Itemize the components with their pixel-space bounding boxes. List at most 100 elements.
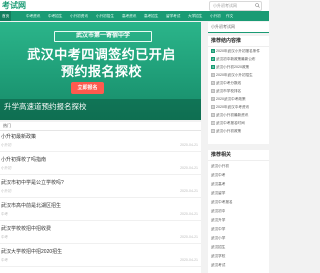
recommend-item[interactable]: 1 2020年武汉小升初报名条件 <box>211 49 267 54</box>
rank-badge: 7 <box>211 97 215 102</box>
recommend-item[interactable]: 6 武汉市学校排名 <box>211 89 267 94</box>
news-list: 热门 小升初最新政策 小升初 2020-04-21 小升初择校了吗指南 小升初 … <box>0 122 201 273</box>
tags-panel: 推荐相关 武汉小升初 武汉中考 武汉高考 武汉留学 武汉中考报名 武汉初中 武汉… <box>208 150 269 273</box>
tag-link[interactable]: 武汉留学 <box>211 191 267 196</box>
nav-item-gaokao-news[interactable]: 高考资讯 <box>122 11 136 21</box>
tag-link[interactable]: 武汉初中 <box>211 209 267 214</box>
recommend-title: 推荐结内容推 <box>211 38 242 44</box>
recommend-link[interactable]: 武汉小升初最新资讯 <box>216 113 248 117</box>
rank-badge: 3 <box>211 65 215 70</box>
carousel-dots <box>150 113 165 120</box>
news-category: 中考 <box>1 235 8 239</box>
banner-school-name: 武汉市第一寄宿中学 <box>54 31 152 42</box>
divider <box>208 160 269 161</box>
recommend-item[interactable]: 8 2020年武汉中考资讯 <box>211 105 267 110</box>
page: 考试网 小升初考试网 首页 中考资讯 中考招生 小升初资讯 小升初招生 高考资讯… <box>0 0 269 273</box>
tag-link[interactable]: 武汉升学 <box>211 218 267 223</box>
nav-item-essay[interactable]: 作文 <box>226 11 233 21</box>
banner-caption[interactable]: 升学高速道预约报名探校 <box>4 102 87 112</box>
news-date: 2020-04-21 <box>180 212 198 216</box>
list-item[interactable]: 武汉市初中学是公立学校吗? 小升初 2020-04-21 <box>0 177 201 198</box>
tag-link[interactable]: 武汉中考报名 <box>211 200 267 205</box>
news-title[interactable]: 武汉学校校招中招收费 <box>1 226 51 233</box>
banner-subheadline: 预约报名探校 <box>60 64 142 79</box>
nav-item-xsc-news[interactable]: 小升初资讯 <box>70 11 88 21</box>
promo-banner[interactable]: 武汉市第一寄宿中学 武汉中考四调签约已开启 预约报名探校 立即报名 升学高速道预… <box>0 22 201 120</box>
news-date: 2020-04-21 <box>180 143 198 147</box>
site-logo[interactable]: 考试网 <box>2 0 26 11</box>
list-item[interactable]: 小升初择校了吗指南 小升初 2020-04-21 <box>0 154 201 175</box>
news-category: 小升初 <box>1 166 12 170</box>
sidebar-search[interactable]: 小升初考试网 <box>208 22 269 33</box>
news-title[interactable]: 小升初择校了吗指南 <box>1 157 46 164</box>
recommend-item[interactable]: 9 武汉小升初最新资讯 <box>211 113 267 118</box>
rank-badge: 1 <box>211 49 215 54</box>
news-title[interactable]: 小升初最新政策 <box>1 134 36 141</box>
nav-item-gaokao-admission[interactable]: 高考招生 <box>144 11 158 21</box>
sidebar-search-label[interactable]: 小升初考试网 <box>211 22 235 32</box>
recommend-link[interactable]: 武汉市学校排名 <box>216 89 241 93</box>
news-title[interactable]: 武汉市高中前是北湖区招生 <box>1 203 61 210</box>
banner-signup-button[interactable]: 立即报名 <box>71 82 104 94</box>
recommend-item[interactable]: 10武汉中考报名时间 <box>211 121 267 126</box>
rank-badge: 10 <box>211 121 215 126</box>
recommend-link[interactable]: 2020年武汉中考资讯 <box>216 105 249 109</box>
recommend-item[interactable]: 3 武汉小升初2020政策 <box>211 65 267 70</box>
nav-item-university[interactable]: 大学招生 <box>188 11 202 21</box>
rank-badge: 9 <box>211 113 215 118</box>
tag-link[interactable]: 武汉学校 <box>211 254 267 259</box>
tag-link[interactable]: 武汉高考 <box>211 182 267 187</box>
news-category: 中考 <box>1 212 8 216</box>
rank-badge: 2 <box>211 57 215 62</box>
rank-badge: 8 <box>211 105 215 110</box>
list-item[interactable]: 武汉学校校招中招收费 中考 2020-04-21 <box>0 223 201 244</box>
rank-badge: 11 <box>211 129 215 134</box>
rank-badge: 4 <box>211 73 215 78</box>
tag-link[interactable]: 武汉考试 <box>211 263 267 268</box>
news-title[interactable]: 武汉市初中学是公立学校吗? <box>1 180 64 187</box>
recommend-item[interactable]: 5 武汉中考分数线 <box>211 81 267 86</box>
recommend-item[interactable]: 11武汉小升初政策 <box>211 129 267 134</box>
news-category: 小升初 <box>1 189 12 193</box>
news-date: 2020-04-21 <box>180 189 198 193</box>
news-title[interactable]: 武汉大学校招中招2020招生 <box>1 249 62 256</box>
recommend-link[interactable]: 2020武汉中考政策 <box>216 97 246 101</box>
news-date: 2020-04-21 <box>180 235 198 239</box>
recommend-item[interactable]: 4 2020年武汉小升初招生 <box>211 73 267 78</box>
top-bar: 考试网 小升初考试网 <box>0 0 269 11</box>
tab-hot[interactable]: 热门 <box>3 122 11 130</box>
recommend-link[interactable]: 2020年武汉小升初报名条件 <box>216 49 260 53</box>
recommend-panel: 推荐结内容推 1 2020年武汉小升初报名条件 2 武汉初中新政策最新公布 3 武汉小… <box>208 36 269 144</box>
recommend-item[interactable]: 7 2020武汉中考政策 <box>211 97 267 102</box>
nav-item-zhongkao-admission[interactable]: 中考招生 <box>48 11 62 21</box>
tag-link[interactable]: 武汉招生 <box>211 245 267 250</box>
banner-headline: 武汉中考四调签约已开启 <box>27 47 176 62</box>
recommend-link[interactable]: 2020年武汉小升初招生 <box>216 73 253 77</box>
news-category: 中考 <box>1 258 8 262</box>
tag-link[interactable]: 武汉中学 <box>211 227 267 232</box>
nav-item-xsc[interactable]: 小升初 <box>210 11 221 21</box>
search-box[interactable]: 小升初考试网 <box>209 1 262 11</box>
recommend-item[interactable]: 2 武汉初中新政策最新公布 <box>211 57 267 62</box>
search-icon[interactable] <box>255 3 260 8</box>
nav-item-study-abroad[interactable]: 留学考试 <box>166 11 180 21</box>
tag-link[interactable]: 武汉中考 <box>211 173 267 178</box>
recommend-link[interactable]: 武汉中考报名时间 <box>216 121 245 125</box>
list-item[interactable]: 小升初最新政策 小升初 2020-04-21 <box>0 131 201 152</box>
nav-item-home[interactable]: 首页 <box>0 11 12 21</box>
tag-link[interactable]: 武汉小学 <box>211 236 267 241</box>
divider <box>208 46 269 47</box>
tags-title: 推荐相关 <box>211 152 232 158</box>
search-input[interactable]: 小升初考试网 <box>213 2 237 10</box>
nav-item-zhongkao-news[interactable]: 中考资讯 <box>26 11 40 21</box>
recommend-link[interactable]: 武汉初中新政策最新公布 <box>216 57 256 61</box>
recommend-link[interactable]: 武汉小升初政策 <box>216 129 241 133</box>
nav-item-xsc-admission[interactable]: 小升初招生 <box>96 11 114 21</box>
recommend-link[interactable]: 武汉小升初2020政策 <box>216 65 249 69</box>
tag-link[interactable]: 武汉小升初 <box>211 164 267 169</box>
news-date: 2020-04-21 <box>180 258 198 262</box>
list-item[interactable]: 武汉大学校招中招2020招生 中考 2020-04-21 <box>0 246 201 267</box>
recommend-link[interactable]: 武汉中考分数线 <box>216 81 241 85</box>
list-item[interactable]: 武汉市高中前是北湖区招生 中考 2020-04-21 <box>0 200 201 221</box>
rank-badge: 5 <box>211 81 215 86</box>
